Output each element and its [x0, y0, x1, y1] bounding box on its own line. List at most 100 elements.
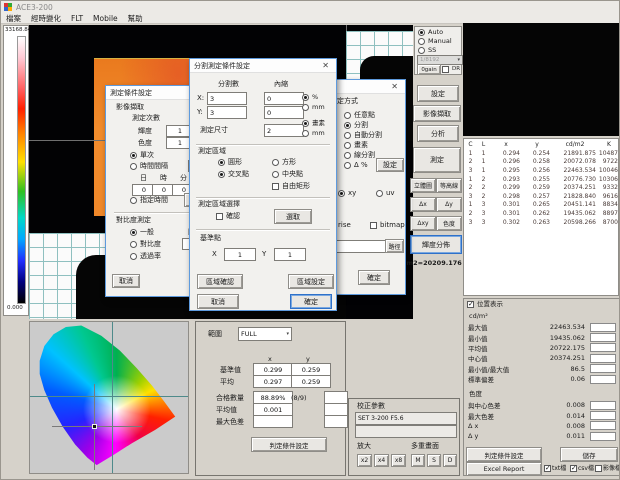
excel-report-button[interactable]: Excel Report	[466, 462, 542, 476]
table-header-cell: y	[522, 141, 552, 148]
menu-item[interactable]: Mobile	[91, 14, 120, 23]
menu-item[interactable]: 檔案	[4, 13, 23, 24]
table-row[interactable]: 220.2990.25920374.2519332	[464, 183, 618, 192]
delta-xy-button[interactable]: Δxy	[410, 216, 436, 231]
free-rect-checkbox[interactable]: 自由矩形	[272, 183, 310, 190]
menu-item[interactable]: FLT	[69, 14, 85, 23]
table-row[interactable]: 110.2940.25421891.87510487	[464, 149, 618, 158]
area-cross-radio[interactable]: 交叉點	[218, 171, 249, 178]
reference-point-label: 基準點	[200, 235, 221, 242]
x-division-field[interactable]: 3	[207, 92, 247, 105]
title-bar[interactable]: ACE3-200	[1, 1, 620, 13]
gain-button[interactable]: 0gain	[417, 64, 441, 75]
size-mm-radio[interactable]: mm	[302, 130, 325, 137]
table-row[interactable]: 320.2980.25721828.8409616	[464, 192, 618, 201]
luminance-dist-button[interactable]: 輝度分佈	[410, 235, 462, 254]
analyze-button[interactable]: 分析	[417, 125, 459, 142]
exposure-ss-radio[interactable]: SS	[418, 47, 436, 54]
settings-button[interactable]: 設定	[417, 85, 459, 102]
coord-xy-radio[interactable]: xy	[338, 190, 356, 197]
transmit-radio[interactable]: 透過率	[130, 253, 161, 260]
inset-percent-radio[interactable]: %	[302, 94, 318, 101]
ref-y-field[interactable]: 1	[274, 248, 306, 261]
cie-marker[interactable]	[92, 424, 97, 429]
position-display-checkbox[interactable]: 位置表示	[467, 301, 503, 308]
interval-radio[interactable]: 時間間隔	[130, 163, 168, 170]
method-autosplit-radio[interactable]: 自動分割	[344, 132, 382, 139]
table-row[interactable]: 210.2960.25820072.0789722	[464, 158, 618, 167]
dr-checkbox[interactable]: DR	[442, 66, 460, 73]
table-header: CLxycd/m2K	[464, 139, 618, 149]
multiview-button[interactable]: D	[443, 454, 457, 467]
confirm-checkbox[interactable]: 確認	[216, 213, 240, 220]
contour-view-button[interactable]: 等高線	[436, 178, 462, 193]
menu-item[interactable]: 經時變化	[29, 13, 63, 24]
method-split-radio[interactable]: 分割	[344, 122, 368, 129]
specify-time-radio[interactable]: 指定時間	[130, 197, 168, 204]
solid-view-button[interactable]: 立體圖	[410, 178, 436, 193]
stat-row: 平均值20722.175	[468, 343, 616, 353]
close-icon[interactable]: ✕	[319, 61, 332, 70]
size-pixel-radio[interactable]: 畫素	[302, 120, 325, 127]
image-file-checkbox[interactable]: 影像檔	[595, 465, 620, 472]
method-delta-radio[interactable]: Δ %	[344, 162, 368, 169]
path-button[interactable]: 路徑	[385, 239, 404, 253]
csv-file-checkbox[interactable]: csv檔	[570, 465, 594, 472]
inset-mm-radio[interactable]: mm	[302, 104, 325, 111]
contrast-radio[interactable]: 對比度	[130, 241, 161, 248]
multiview-button[interactable]: M	[411, 454, 425, 467]
area-square-radio[interactable]: 方形	[272, 159, 296, 166]
coord-uv-radio[interactable]: uv	[376, 190, 395, 197]
measure-button[interactable]: 測定	[413, 147, 461, 173]
zoom-button[interactable]: x2	[357, 454, 372, 467]
zoom-button[interactable]: x8	[391, 454, 406, 467]
capture-button[interactable]: 影像擷取	[413, 105, 461, 122]
table-row[interactable]: 230.3010.26219435.0628897	[464, 209, 618, 218]
area-set-button[interactable]: 區域設定	[288, 274, 334, 289]
menu-item[interactable]: 幫助	[126, 13, 145, 24]
exposure-auto-radio[interactable]: Auto	[418, 29, 443, 36]
bitmap-checkbox[interactable]: bitmap	[370, 222, 405, 229]
txt-file-checkbox[interactable]: txt檔	[544, 465, 566, 472]
ok-button[interactable]: 確定	[358, 270, 390, 285]
app-icon	[4, 3, 12, 11]
judge-condition-button[interactable]: 判定條件設定	[466, 447, 542, 462]
color-scale-gradient	[17, 36, 26, 304]
zoom-button[interactable]: x4	[374, 454, 389, 467]
table-row[interactable]: 120.2930.25520776.73010306	[464, 175, 618, 184]
save-button[interactable]: 儲存	[560, 447, 618, 462]
table-row[interactable]: 310.2950.25622463.53410046	[464, 166, 618, 175]
y-division-field[interactable]: 3	[207, 106, 247, 119]
area-circle-radio[interactable]: 圓形	[218, 159, 242, 166]
split-dialog-titlebar[interactable]: 分割測定條件設定✕	[190, 59, 336, 73]
table-row[interactable]: 330.3020.26320598.2668700	[464, 218, 618, 227]
method-pixel-radio[interactable]: 畫素	[344, 142, 368, 149]
x-inset-field[interactable]: 0	[264, 92, 304, 105]
ref-x-field[interactable]: 1	[224, 248, 256, 261]
size-field[interactable]: 2	[264, 124, 304, 137]
y-inset-field[interactable]: 0	[264, 106, 304, 119]
table-row[interactable]: 130.3010.26520451.1418834	[464, 201, 618, 210]
delta-x-button[interactable]: Δx	[410, 197, 436, 212]
area-confirm-button[interactable]: 區域確認	[197, 274, 243, 289]
judge-condition-button[interactable]: 判定條件設定	[251, 437, 327, 452]
range-select[interactable]: FULL▾	[238, 327, 292, 341]
cancel-button[interactable]: 取消	[197, 294, 239, 309]
close-icon[interactable]: ✕	[388, 82, 401, 91]
pick-button[interactable]: 選取	[274, 209, 312, 224]
exposure-manual-radio[interactable]: Manual	[418, 38, 452, 45]
multiview-button[interactable]: S	[427, 454, 441, 467]
method-linesplit-radio[interactable]: 線分割	[344, 152, 375, 159]
method-arbitrary-radio[interactable]: 任意點	[344, 112, 375, 119]
cie-marker-hline	[52, 426, 142, 427]
chroma-view-button[interactable]: 色度	[436, 216, 462, 231]
single-radio[interactable]: 單次	[130, 152, 154, 159]
method-set-button[interactable]: 設定	[376, 158, 404, 172]
normal-radio[interactable]: 一般	[130, 229, 154, 236]
x-label: X:	[197, 95, 204, 102]
area-center-radio[interactable]: 中央點	[272, 171, 303, 178]
delta-y-button[interactable]: Δy	[436, 197, 462, 212]
ok-button[interactable]: 確定	[290, 294, 332, 309]
max-diff-label: 最大色差	[216, 419, 244, 426]
cancel-button[interactable]: 取消	[112, 274, 140, 288]
